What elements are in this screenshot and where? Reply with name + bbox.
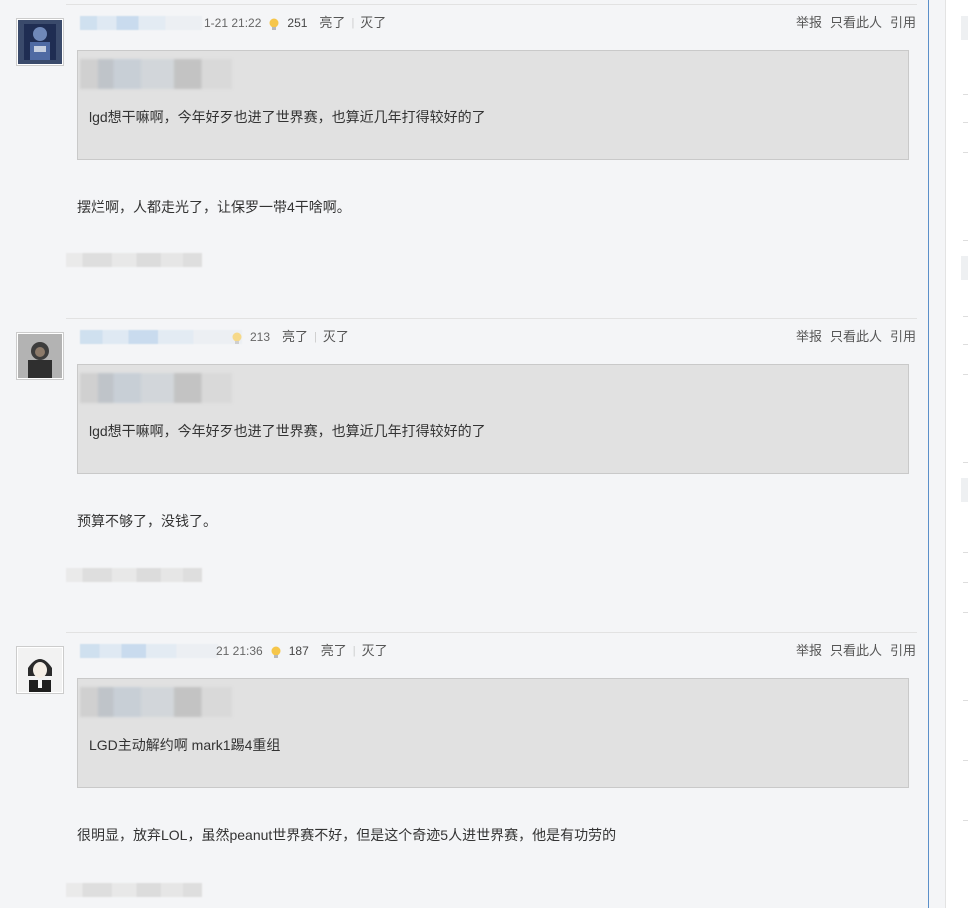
separator-pipe: | — [351, 17, 355, 29]
post-time: 21 21:36 — [216, 644, 263, 658]
quoted-comment: lgd想干嘛啊，今年好歹也进了世界赛，也算近几年打得较好的了 — [77, 50, 909, 160]
light-count: 213 — [250, 330, 271, 344]
username-blurred[interactable] — [80, 644, 218, 658]
right-sidebar-edge — [945, 0, 968, 908]
post-time: 1-21 21:22 — [204, 16, 262, 30]
quoted-comment: lgd想干嘛啊，今年好歹也进了世界赛，也算近几年打得较好的了 — [77, 364, 909, 474]
sidebar-divider — [963, 122, 968, 123]
sidebar-block — [961, 16, 968, 40]
separator-pipe: | — [352, 645, 356, 657]
like-button[interactable]: 亮了 — [321, 640, 347, 662]
username-blurred[interactable] — [80, 330, 242, 344]
avatar-image — [18, 334, 62, 378]
quoted-author-blurred — [80, 59, 232, 89]
dislike-button[interactable]: 灭了 — [360, 12, 386, 34]
divider — [66, 4, 917, 5]
like-button[interactable]: 亮了 — [282, 326, 308, 348]
comment-post: 213 亮了 | 灭了 举报 只看此人 引用 lgd想干嘛啊，今年好歹也进了世界… — [0, 314, 928, 628]
sidebar-divider — [963, 612, 968, 613]
like-button[interactable]: 亮了 — [319, 12, 345, 34]
quoted-author-blurred — [80, 687, 232, 717]
light-count: 251 — [287, 16, 308, 30]
sidebar-block — [961, 478, 968, 502]
avatar[interactable] — [16, 18, 64, 66]
report-link[interactable]: 举报 — [796, 12, 822, 34]
quote-link[interactable]: 引用 — [890, 326, 916, 348]
only-this-user-link[interactable]: 只看此人 — [830, 12, 882, 34]
comment-list: 1-21 21:22 251 亮了 | 灭了 举报 只看此人 引用 lgd想干嘛… — [0, 0, 929, 908]
divider — [66, 632, 917, 633]
sidebar-divider — [963, 344, 968, 345]
avatar-image — [18, 648, 62, 692]
footer-blurred — [66, 568, 202, 582]
light-count: 187 — [288, 644, 309, 658]
reply-text: 很明显，放弃LOL，虽然peanut世界赛不好，但是这个奇迹5人进世界赛，他是有… — [77, 827, 617, 843]
avatar[interactable] — [16, 646, 64, 694]
lightbulb-icon — [269, 644, 283, 658]
sidebar-divider — [963, 760, 968, 761]
quoted-text: lgd想干嘛啊，今年好歹也进了世界赛，也算近几年打得较好的了 — [89, 109, 486, 125]
only-this-user-link[interactable]: 只看此人 — [830, 326, 882, 348]
sidebar-divider — [963, 462, 968, 463]
post-ops: 举报 只看此人 引用 — [796, 326, 916, 348]
report-link[interactable]: 举报 — [796, 640, 822, 662]
quote-link[interactable]: 引用 — [890, 12, 916, 34]
quote-link[interactable]: 引用 — [890, 640, 916, 662]
avatar[interactable] — [16, 332, 64, 380]
sidebar-divider — [963, 582, 968, 583]
reply-text: 预算不够了，没钱了。 — [77, 513, 217, 529]
quoted-author-blurred — [80, 373, 232, 403]
only-this-user-link[interactable]: 只看此人 — [830, 640, 882, 662]
footer-blurred — [66, 883, 202, 897]
sidebar-divider — [963, 152, 968, 153]
sidebar-divider — [963, 552, 968, 553]
post-ops: 举报 只看此人 引用 — [796, 640, 916, 662]
sidebar-divider — [963, 240, 968, 241]
sidebar-divider — [963, 94, 968, 95]
comment-post: 21 21:36 187 亮了 | 灭了 举报 只看此人 引用 LGD主动解约啊… — [0, 628, 928, 908]
username-blurred[interactable] — [80, 16, 202, 30]
sidebar-divider — [963, 700, 968, 701]
dislike-button[interactable]: 灭了 — [362, 640, 388, 662]
footer-blurred — [66, 253, 202, 267]
comment-post: 1-21 21:22 251 亮了 | 灭了 举报 只看此人 引用 lgd想干嘛… — [0, 0, 928, 314]
lightbulb-icon — [230, 330, 244, 344]
quoted-text: lgd想干嘛啊，今年好歹也进了世界赛，也算近几年打得较好的了 — [89, 423, 486, 439]
report-link[interactable]: 举报 — [796, 326, 822, 348]
divider — [66, 318, 917, 319]
dislike-button[interactable]: 灭了 — [323, 326, 349, 348]
sidebar-block — [961, 256, 968, 280]
post-ops: 举报 只看此人 引用 — [796, 12, 916, 34]
quoted-comment: LGD主动解约啊 mark1踢4重组 — [77, 678, 909, 788]
sidebar-divider — [963, 820, 968, 821]
reply-text: 摆烂啊，人都走光了，让保罗一带4干啥啊。 — [77, 199, 351, 215]
sidebar-divider — [963, 374, 968, 375]
quoted-text: LGD主动解约啊 mark1踢4重组 — [89, 737, 281, 753]
sidebar-divider — [963, 316, 968, 317]
lightbulb-icon — [267, 16, 281, 30]
avatar-image — [18, 20, 62, 64]
separator-pipe: | — [314, 331, 317, 343]
